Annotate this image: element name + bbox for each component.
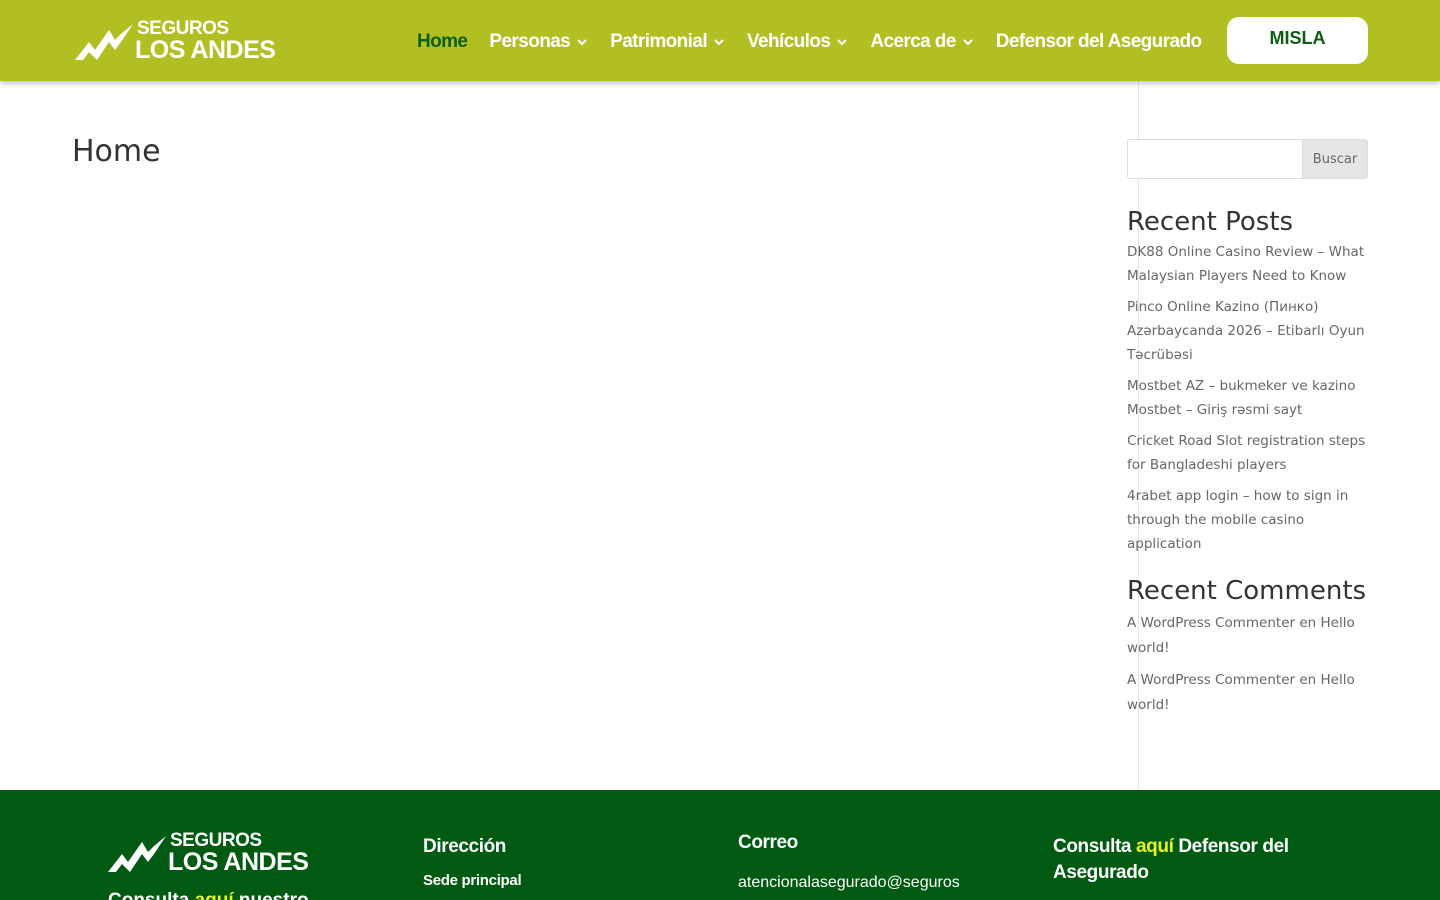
footer-direccion-title: Dirección xyxy=(423,836,506,857)
nav-item-label: Acerca de xyxy=(870,31,956,52)
footer-logo-text-los-andes: LOS ANDES xyxy=(168,848,309,876)
footer-direccion-subtitle: Sede principal xyxy=(423,872,522,889)
sidebar: Buscar Recent Posts DK88 Online Casino R… xyxy=(1127,139,1372,725)
list-item: A WordPress Commenter en Hello world! xyxy=(1127,668,1372,718)
site-logo[interactable]: SEGUROS LOS ANDES xyxy=(75,19,276,63)
footer-defensor-link[interactable]: aquí xyxy=(1136,836,1174,857)
list-item: A WordPress Commenter en Hello world! xyxy=(1127,611,1372,661)
comment-author-link[interactable]: A WordPress Commenter xyxy=(1127,672,1295,688)
recent-posts-title: Recent Posts xyxy=(1127,207,1294,237)
recent-post-link[interactable]: DK88 Online Casino Review – What Malaysi… xyxy=(1127,244,1364,284)
nav-item-label: Defensor del Asegurado xyxy=(995,31,1202,52)
main-nav: Home Personas Patrimonial Vehículos Acer… xyxy=(417,28,1202,56)
mountain-logo-icon xyxy=(75,24,133,60)
list-item: Cricket Road Slot registration steps for… xyxy=(1127,429,1372,477)
recent-post-link[interactable]: Cricket Road Slot registration steps for… xyxy=(1127,433,1365,473)
logo-text-los-andes: LOS ANDES xyxy=(135,36,276,64)
footer-email-link[interactable]: atencionalasegurado@seguros xyxy=(738,874,960,892)
footer-teaser-link[interactable]: aquí xyxy=(195,890,234,900)
footer-defensor-before: Consulta xyxy=(1053,836,1132,857)
nav-item-acerca-de[interactable]: Acerca de xyxy=(870,31,973,53)
list-item: DK88 Online Casino Review – What Malaysi… xyxy=(1127,240,1372,288)
site-footer: SEGUROS LOS ANDES Consulta aquí nuestro … xyxy=(0,790,1440,900)
comment-connector: en xyxy=(1299,615,1317,631)
footer-correo-title: Correo xyxy=(738,832,798,853)
list-item: 4rabet app login – how to sign in throug… xyxy=(1127,484,1372,556)
recent-post-link[interactable]: 4rabet app login – how to sign in throug… xyxy=(1127,488,1348,552)
footer-teaser: Consulta aquí nuestro xyxy=(108,890,309,900)
comment-author-link[interactable]: A WordPress Commenter xyxy=(1127,615,1295,631)
footer-teaser-after: nuestro xyxy=(239,890,309,900)
nav-item-personas[interactable]: Personas xyxy=(489,31,588,53)
comment-connector: en xyxy=(1299,672,1317,688)
recent-posts-list: DK88 Online Casino Review – What Malaysi… xyxy=(1127,240,1372,556)
nav-item-label: Home xyxy=(417,31,468,52)
nav-item-label: Personas xyxy=(489,31,571,52)
list-item: Pinco Online Kazino (Пинко) Azərbaycanda… xyxy=(1127,295,1372,367)
recent-comments-title: Recent Comments xyxy=(1127,576,1367,606)
search-form: Buscar xyxy=(1127,139,1372,179)
nav-item-vehiculos[interactable]: Vehículos xyxy=(747,31,848,53)
nav-item-defensor-del-asegurado[interactable]: Defensor del Asegurado xyxy=(996,31,1202,53)
chevron-down-icon xyxy=(837,39,848,46)
search-button[interactable]: Buscar xyxy=(1302,139,1368,179)
list-item: Mostbet AZ – bukmeker ve kazino Mostbet … xyxy=(1127,374,1372,422)
chevron-down-icon xyxy=(577,39,587,46)
site-header: SEGUROS LOS ANDES Home Personas Patrimon… xyxy=(0,0,1440,81)
footer-teaser-before: Consulta xyxy=(108,890,189,900)
nav-item-label: Vehículos xyxy=(747,31,831,52)
recent-comments-list: A WordPress Commenter en Hello world! A … xyxy=(1127,611,1372,718)
recent-post-link[interactable]: Pinco Online Kazino (Пинко) Azərbaycanda… xyxy=(1127,299,1365,363)
chevron-down-icon xyxy=(714,39,724,46)
footer-logo[interactable]: SEGUROS LOS ANDES xyxy=(108,831,309,875)
footer-defensor: Consulta aquí Defensor del Asegurado xyxy=(1053,834,1333,886)
nav-item-label: Patrimonial xyxy=(610,31,708,52)
nav-item-home[interactable]: Home xyxy=(417,31,468,53)
nav-item-patrimonial[interactable]: Patrimonial xyxy=(610,31,725,53)
mountain-logo-icon xyxy=(108,836,166,872)
recent-post-link[interactable]: Mostbet AZ – bukmeker ve kazino Mostbet … xyxy=(1127,378,1356,418)
misla-button[interactable]: MISLA xyxy=(1227,17,1368,64)
page-title: Home xyxy=(72,134,161,169)
chevron-down-icon xyxy=(963,39,973,46)
search-input[interactable] xyxy=(1127,139,1302,179)
